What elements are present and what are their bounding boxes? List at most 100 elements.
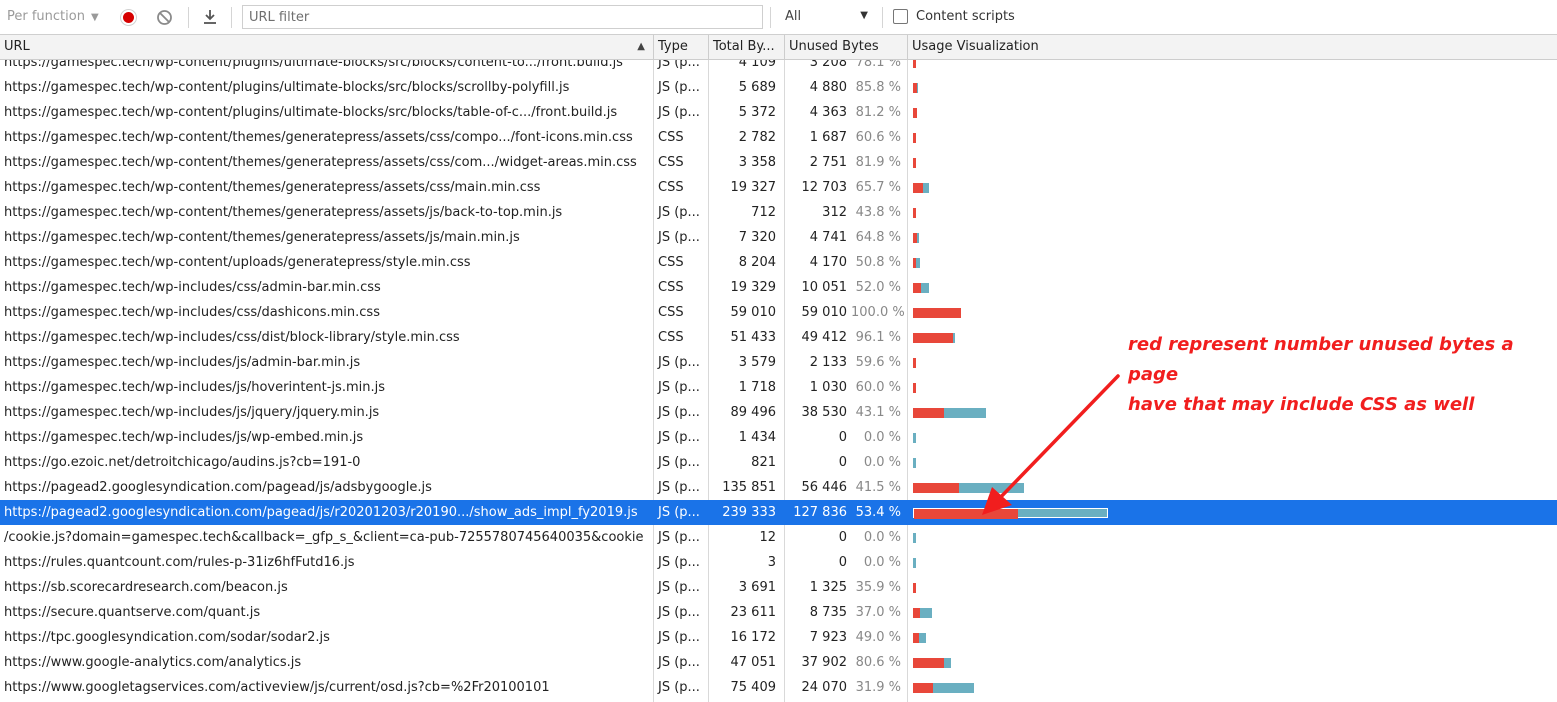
row-total-bytes: 12 (759, 530, 776, 545)
row-url: https://gamespec.tech/wp-content/themes/… (4, 230, 520, 245)
row-type: JS (p... (658, 605, 700, 620)
usage-bar (913, 283, 929, 293)
row-type: JS (p... (658, 60, 700, 70)
row-url: https://gamespec.tech/wp-content/plugins… (4, 105, 618, 120)
table-row[interactable]: https://gamespec.tech/wp-content/plugins… (0, 60, 1557, 75)
row-unused-bytes: 37 902 80.6 % (785, 650, 907, 675)
row-usage-visualization (908, 250, 1557, 275)
row-unused-value: 38 530 (801, 405, 848, 420)
row-url: https://go.ezoic.net/detroitchicago/audi… (4, 455, 361, 470)
table-row[interactable]: https://gamespec.tech/wp-content/themes/… (0, 150, 1557, 175)
row-usage-visualization (908, 125, 1557, 150)
row-usage-visualization (908, 200, 1557, 225)
usage-bar (913, 308, 961, 318)
unused-bytes-bar (913, 633, 919, 643)
row-unused-bytes: 1 325 35.9 % (785, 575, 907, 600)
unused-bytes-bar (913, 608, 920, 618)
row-total-bytes: 5 372 (738, 105, 776, 120)
table-row[interactable]: https://gamespec.tech/wp-content/plugins… (0, 75, 1557, 100)
content-scripts-checkbox[interactable] (893, 9, 908, 24)
table-row[interactable]: https://gamespec.tech/wp-content/themes/… (0, 175, 1557, 200)
row-unused-value: 24 070 (801, 680, 848, 695)
row-unused-bytes: 49 412 96.1 % (785, 325, 907, 350)
column-header-unused-label: Unused Bytes (789, 39, 879, 54)
table-row[interactable]: /cookie.js?domain=gamespec.tech&callback… (0, 525, 1557, 550)
table-row[interactable]: https://www.google-analytics.com/analyti… (0, 650, 1557, 675)
row-unused-value: 4 741 (809, 230, 847, 245)
row-unused-value: 56 446 (801, 480, 848, 495)
row-unused-bytes: 4 741 64.8 % (785, 225, 907, 250)
unused-bytes-bar (913, 358, 916, 368)
chevron-down-icon: ▼ (860, 10, 868, 21)
table-row[interactable]: https://sb.scorecardresearch.com/beacon.… (0, 575, 1557, 600)
unused-bytes-bar (913, 658, 944, 668)
row-unused-percent: 81.9 % (855, 155, 901, 170)
unused-bytes-bar (913, 158, 916, 168)
column-header-type[interactable]: Type (654, 35, 709, 60)
table-row[interactable]: https://go.ezoic.net/detroitchicago/audi… (0, 450, 1557, 475)
row-unused-percent: 43.8 % (855, 205, 901, 220)
table-row[interactable]: https://tpc.googlesyndication.com/sodar/… (0, 625, 1557, 650)
table-row[interactable]: https://rules.quantcount.com/rules-p-31i… (0, 550, 1557, 575)
row-type: CSS (658, 280, 684, 295)
row-unused-percent: 41.5 % (855, 480, 901, 495)
unused-bytes-bar (913, 258, 916, 268)
row-total-bytes: 3 (767, 555, 776, 570)
row-url: https://gamespec.tech/wp-content/themes/… (4, 130, 633, 145)
column-header-url[interactable]: URL ▲ (0, 35, 654, 60)
type-filter-select[interactable]: All ▼ (777, 6, 874, 28)
row-type: CSS (658, 155, 684, 170)
usage-bar (913, 233, 919, 243)
row-type: JS (p... (658, 505, 700, 520)
row-url: https://www.google-analytics.com/analyti… (4, 655, 302, 670)
row-unused-bytes: 4 170 50.8 % (785, 250, 907, 275)
per-function-dropdown[interactable]: Per function ▼ (7, 9, 99, 24)
clear-icon[interactable] (156, 9, 173, 26)
column-header-unused-bytes[interactable]: Unused Bytes (785, 35, 908, 60)
row-total-bytes: 7 320 (738, 230, 776, 245)
row-total-bytes: 2 782 (738, 130, 776, 145)
row-unused-bytes: 2 751 81.9 % (785, 150, 907, 175)
row-unused-percent: 65.7 % (855, 180, 901, 195)
row-unused-bytes: 8 735 37.0 % (785, 600, 907, 625)
unused-bytes-bar (913, 183, 923, 193)
table-row[interactable]: https://gamespec.tech/wp-content/plugins… (0, 100, 1557, 125)
table-row[interactable]: https://pagead2.googlesyndication.com/pa… (0, 475, 1557, 500)
coverage-toolbar: Per function ▼ All ▼ Content scripts (0, 0, 1557, 35)
row-unused-value: 8 735 (809, 605, 847, 620)
record-icon[interactable] (120, 9, 137, 26)
usage-bar (913, 658, 951, 668)
unused-bytes-bar (913, 483, 959, 493)
unused-bytes-bar (913, 133, 916, 143)
table-row[interactable]: https://gamespec.tech/wp-content/themes/… (0, 225, 1557, 250)
row-unused-value: 10 051 (801, 280, 848, 295)
column-header-usage-visualization[interactable]: Usage Visualization (908, 35, 1557, 60)
row-type: JS (p... (658, 455, 700, 470)
url-filter-input[interactable] (242, 5, 763, 29)
row-total-bytes: 239 333 (722, 505, 776, 520)
row-url: https://tpc.googlesyndication.com/sodar/… (4, 630, 330, 645)
usage-bar (913, 183, 929, 193)
row-usage-visualization (908, 500, 1557, 525)
usage-bar (913, 133, 916, 143)
row-unused-percent: 53.4 % (855, 505, 901, 520)
column-header-viz-label: Usage Visualization (912, 39, 1039, 54)
table-row[interactable]: https://gamespec.tech/wp-includes/js/wp-… (0, 425, 1557, 450)
download-icon[interactable] (201, 8, 219, 26)
table-row[interactable]: https://gamespec.tech/wp-content/uploads… (0, 250, 1557, 275)
row-usage-visualization (908, 100, 1557, 125)
table-row[interactable]: https://pagead2.googlesyndication.com/pa… (0, 500, 1557, 525)
table-row[interactable]: https://secure.quantserve.com/quant.js JS… (0, 600, 1557, 625)
annotation-note: red represent number unused bytes a page… (1128, 330, 1548, 420)
column-header-total-bytes[interactable]: Total By... (709, 35, 785, 60)
usage-bar (913, 533, 916, 543)
table-row[interactable]: https://www.googletagservices.com/active… (0, 675, 1557, 700)
table-row[interactable]: https://gamespec.tech/wp-includes/css/ad… (0, 275, 1557, 300)
table-row[interactable]: https://gamespec.tech/wp-content/themes/… (0, 125, 1557, 150)
row-unused-value: 312 (822, 205, 847, 220)
row-unused-percent: 81.2 % (855, 105, 901, 120)
table-row[interactable]: https://gamespec.tech/wp-content/themes/… (0, 200, 1557, 225)
row-unused-value: 59 010 (801, 305, 848, 320)
row-unused-bytes: 7 923 49.0 % (785, 625, 907, 650)
table-row[interactable]: https://gamespec.tech/wp-includes/css/da… (0, 300, 1557, 325)
